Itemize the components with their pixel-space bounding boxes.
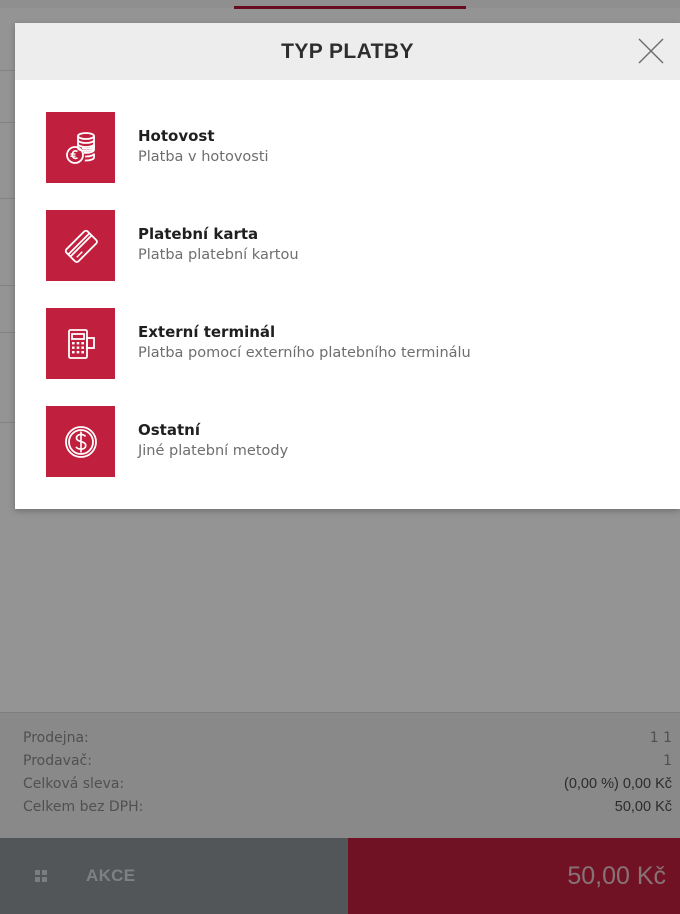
- option-icon-tile: [46, 210, 115, 281]
- option-icon-tile: [46, 308, 115, 379]
- dialog-header: TYP PLATBY: [15, 23, 680, 80]
- payment-option-other[interactable]: Ostatní Jiné platební metody: [15, 406, 680, 477]
- option-title: Externí terminál: [138, 323, 276, 341]
- close-icon: [638, 38, 664, 64]
- close-button[interactable]: [637, 37, 665, 65]
- option-subtitle: Platba v hotovosti: [138, 149, 269, 165]
- dialog-title: TYP PLATBY: [281, 39, 414, 63]
- credit-card-icon: [64, 229, 98, 263]
- payment-option-cash[interactable]: Hotovost Platba v hotovosti: [15, 112, 680, 183]
- option-text: Hotovost Platba v hotovosti: [138, 126, 269, 167]
- option-subtitle: Platba pomocí externího platebního termi…: [138, 345, 471, 361]
- payment-terminal-icon: [67, 328, 95, 359]
- dollar-coin-icon: [64, 425, 97, 458]
- option-text: Ostatní Jiné platební metody: [138, 420, 288, 461]
- payment-option-terminal[interactable]: Externí terminál Platba pomocí externího…: [15, 308, 680, 379]
- option-subtitle: Platba platební kartou: [138, 247, 299, 263]
- coins-euro-icon: [65, 131, 95, 164]
- option-icon-tile: [46, 406, 115, 477]
- option-title: Platební karta: [138, 225, 259, 243]
- option-title: Ostatní: [138, 421, 200, 439]
- option-subtitle: Jiné platební metody: [138, 443, 289, 459]
- payment-type-dialog: TYP PLATBY Hotovost Platba v hotovosti P…: [15, 23, 680, 509]
- option-text: Platební karta Platba platební kartou: [138, 224, 299, 265]
- option-icon-tile: [46, 112, 115, 183]
- payment-option-card[interactable]: Platební karta Platba platební kartou: [15, 210, 680, 281]
- option-text: Externí terminál Platba pomocí externího…: [138, 322, 471, 363]
- option-title: Hotovost: [138, 127, 215, 145]
- payment-options: Hotovost Platba v hotovosti Platební kar…: [15, 80, 680, 477]
